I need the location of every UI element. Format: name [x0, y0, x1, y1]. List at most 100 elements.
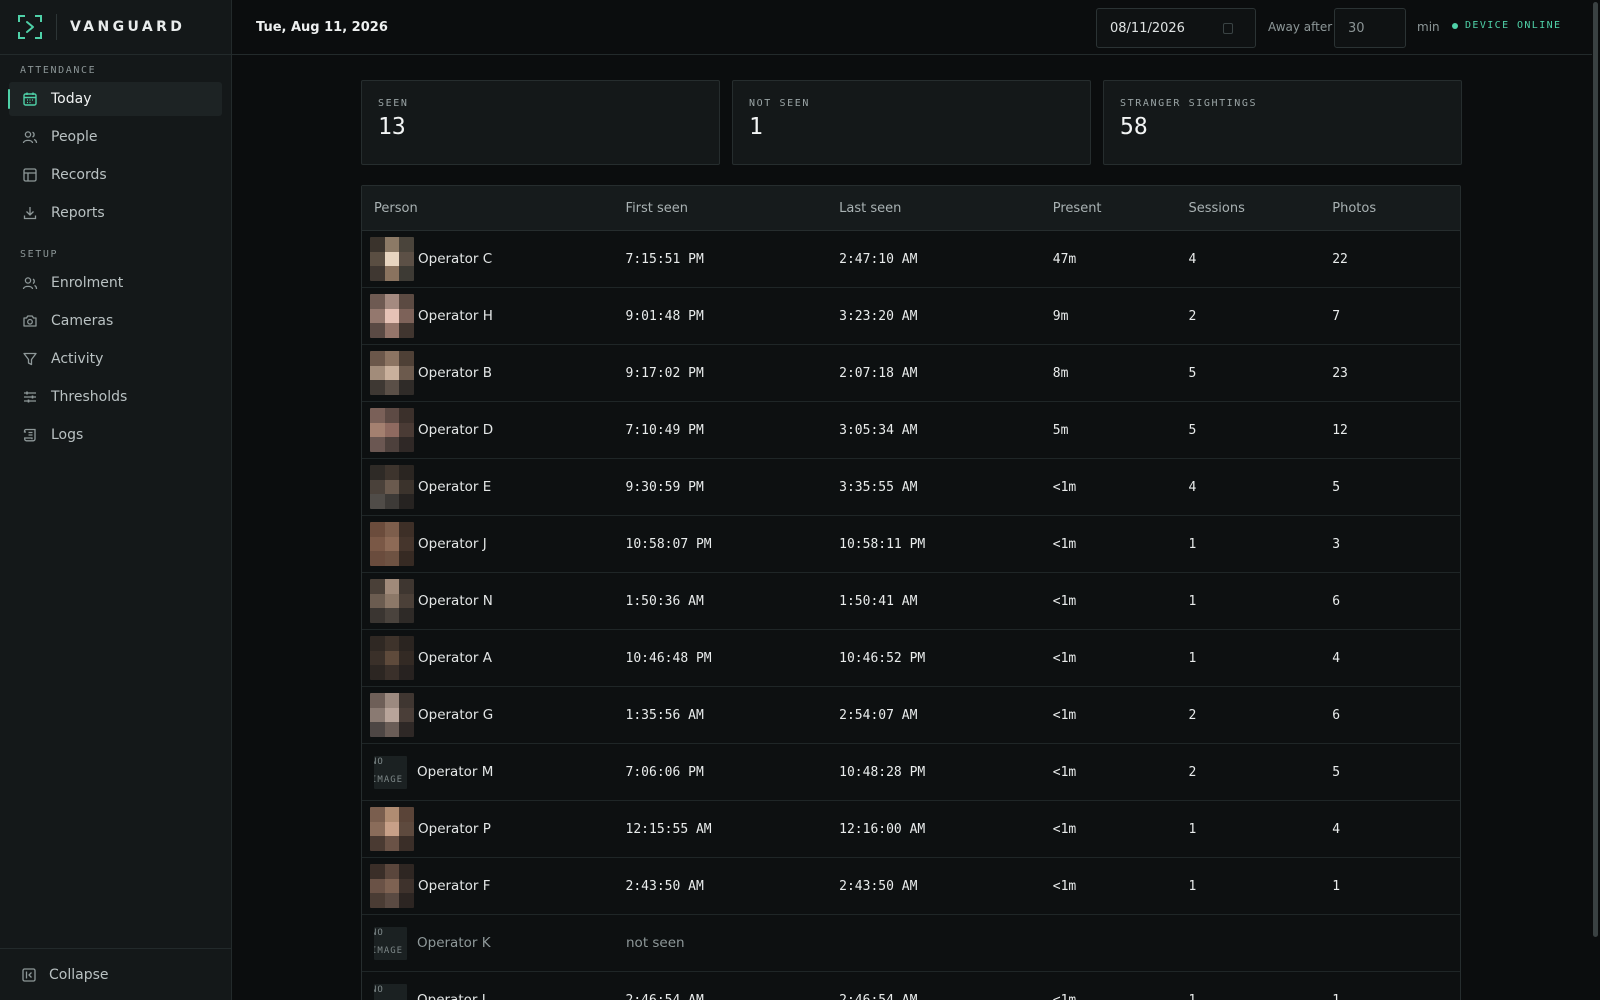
status-dot-icon	[1452, 22, 1458, 29]
table-row[interactable]: Operator F 2:43:50 AM 2:43:50 AM <1m 1 1	[362, 858, 1460, 915]
first-seen-cell: 12:15:55 AM	[625, 821, 712, 837]
person-cell: Operator P	[362, 807, 626, 851]
person-name[interactable]: Operator H	[418, 308, 493, 324]
photos-cell: 22	[1332, 251, 1348, 267]
first-seen-cell: 10:46:48 PM	[625, 650, 712, 666]
first-seen-cell: 9:17:02 PM	[625, 365, 704, 381]
photos-cell: 23	[1332, 365, 1348, 381]
stat-card-seen: SEEN 13	[361, 80, 720, 165]
table-row[interactable]: Operator H 9:01:48 PM 3:23:20 AM 9m 2 7	[362, 288, 1460, 345]
table-row[interactable]: Operator B 9:17:02 PM 2:07:18 AM 8m 5 23	[362, 345, 1460, 402]
person-cell: Operator N	[362, 579, 626, 623]
person-name[interactable]: Operator N	[418, 593, 493, 609]
no-image-text: IMAGE	[374, 774, 404, 785]
date-picker-input[interactable]: 08/11/2026	[1096, 8, 1256, 48]
last-seen-cell: 10:46:52 PM	[839, 650, 926, 666]
camera-icon	[22, 313, 38, 329]
column-header-first-seen[interactable]: First seen	[626, 201, 840, 216]
sessions-cell: 2	[1188, 764, 1197, 780]
table-row[interactable]: NO IMAGE Operator K not seen	[362, 915, 1460, 972]
stat-card-not-seen: NOT SEEN 1	[732, 80, 1091, 165]
present-cell: 5m	[1052, 422, 1069, 438]
stat-label: SEEN	[378, 98, 409, 109]
away-after-input[interactable]: 30	[1334, 8, 1406, 48]
attendance-table: Person First seen Last seen Present Sess…	[361, 185, 1461, 1000]
sidebar-item-activity[interactable]: Activity	[9, 342, 222, 376]
sidebar-item-cameras[interactable]: Cameras	[9, 304, 222, 338]
table-row[interactable]: Operator G 1:35:56 AM 2:54:07 AM <1m 2 6	[362, 687, 1460, 744]
column-header-photos[interactable]: Photos	[1332, 201, 1460, 216]
sessions-cell: 2	[1188, 308, 1197, 324]
sidebar-item-people[interactable]: People	[9, 120, 222, 154]
column-header-last-seen[interactable]: Last seen	[839, 201, 1053, 216]
person-name[interactable]: Operator A	[418, 650, 492, 666]
sidebar-item-enrolment[interactable]: Enrolment	[9, 266, 222, 300]
person-name[interactable]: Operator G	[418, 707, 493, 723]
person-name[interactable]: Operator D	[418, 422, 493, 438]
column-header-sessions[interactable]: Sessions	[1189, 201, 1333, 216]
person-name[interactable]: Operator C	[418, 251, 492, 267]
sidebar-item-logs[interactable]: Logs	[9, 418, 222, 452]
sidebar-item-label: Logs	[51, 427, 84, 443]
person-name[interactable]: Operator E	[418, 479, 491, 495]
person-name[interactable]: Operator L	[417, 992, 489, 1000]
stat-label: NOT SEEN	[749, 98, 810, 109]
table-row[interactable]: Operator N 1:50:36 AM 1:50:41 AM <1m 1 6	[362, 573, 1460, 630]
current-date: Tue, Aug 11, 2026	[256, 19, 388, 35]
person-cell: Operator D	[362, 408, 626, 452]
person-name[interactable]: Operator J	[418, 536, 487, 552]
present-cell: <1m	[1052, 650, 1077, 666]
page-scrollbar[interactable]	[1592, 0, 1600, 1000]
collapse-button[interactable]: Collapse	[0, 948, 231, 1000]
last-seen-cell: 3:05:34 AM	[839, 422, 918, 438]
person-name[interactable]: Operator B	[418, 365, 492, 381]
table-row[interactable]: Operator D 7:10:49 PM 3:05:34 AM 5m 5 12	[362, 402, 1460, 459]
first-seen-cell: 2:46:54 AM	[625, 992, 704, 1000]
photos-cell: 1	[1332, 992, 1341, 1000]
sidebar-item-label: Reports	[51, 205, 105, 221]
sidebar-item-label: Thresholds	[51, 389, 128, 405]
person-name[interactable]: Operator M	[417, 764, 493, 780]
photos-cell: 1	[1332, 878, 1341, 894]
no-image-text: NO	[374, 756, 384, 767]
device-status: DEVICE ONLINE	[1452, 20, 1561, 31]
table-row[interactable]: Operator A 10:46:48 PM 10:46:52 PM <1m 1 4	[362, 630, 1460, 687]
table-row[interactable]: NO IMAGE Operator M 7:06:06 PM 10:48:28 PM <1…	[362, 744, 1460, 801]
table-row[interactable]: Operator J 10:58:07 PM 10:58:11 PM <1m 1 3	[362, 516, 1460, 573]
table-row[interactable]: Operator C 7:15:51 PM 2:47:10 AM 47m 4 22	[362, 231, 1460, 288]
sidebar-item-reports[interactable]: Reports	[9, 196, 222, 230]
stat-label: STRANGER SIGHTINGS	[1120, 98, 1258, 109]
person-avatar	[370, 294, 414, 338]
sidebar-item-today[interactable]: Today	[8, 82, 222, 116]
person-cell: Operator C	[362, 237, 626, 281]
sidebar-item-thresholds[interactable]: Thresholds	[9, 380, 222, 414]
present-cell: <1m	[1052, 878, 1077, 894]
table-row[interactable]: NOIMAGE Operator L 2:46:54 AM 2:46:54 AM <1m…	[362, 972, 1460, 1000]
person-avatar	[370, 465, 414, 509]
table-row[interactable]: Operator P 12:15:55 AM 12:16:00 AM <1m 1 4	[362, 801, 1460, 858]
column-header-person[interactable]: Person	[362, 201, 626, 216]
sessions-cell: 4	[1188, 479, 1197, 495]
sessions-cell: 1	[1188, 536, 1197, 552]
first-seen-cell: 7:06:06 PM	[625, 764, 704, 780]
last-seen-cell: 12:16:00 AM	[839, 821, 926, 837]
sidebar-item-label: Enrolment	[51, 275, 124, 291]
photos-cell: 5	[1332, 764, 1341, 780]
person-avatar	[370, 807, 414, 851]
person-cell: Operator H	[362, 294, 626, 338]
photos-cell: 7	[1332, 308, 1341, 324]
nav-section-attendance: ATTENDANCE	[20, 65, 97, 76]
sidebar-item-records[interactable]: Records	[9, 158, 222, 192]
person-cell: NOIMAGE Operator L	[362, 983, 626, 1000]
column-header-present[interactable]: Present	[1053, 201, 1189, 216]
scrollbar-thumb[interactable]	[1593, 2, 1598, 937]
person-name[interactable]: Operator F	[418, 878, 490, 894]
table-row[interactable]: Operator E 9:30:59 PM 3:35:55 AM <1m 4 5	[362, 459, 1460, 516]
sidebar-item-label: Today	[51, 91, 92, 107]
last-seen-cell: 10:58:11 PM	[839, 536, 926, 552]
person-name[interactable]: Operator K	[417, 935, 491, 951]
away-after-value: 30	[1348, 20, 1365, 36]
person-name[interactable]: Operator P	[418, 821, 491, 837]
calendar-picker-icon[interactable]	[1223, 23, 1233, 34]
not-seen-text: not seen	[626, 935, 685, 951]
